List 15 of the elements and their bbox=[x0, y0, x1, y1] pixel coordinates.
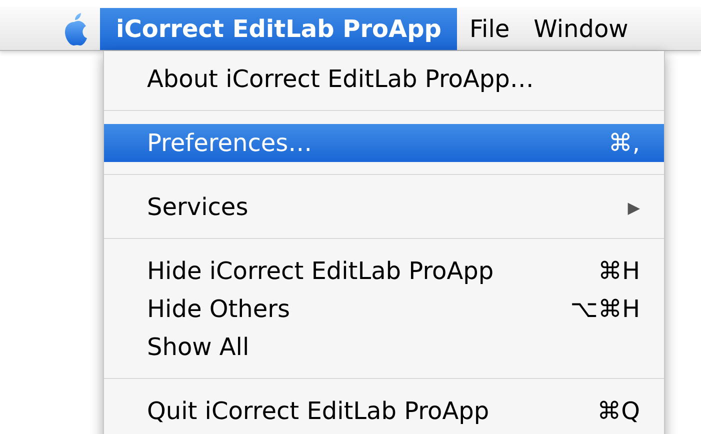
shortcut-label: ⌘H bbox=[598, 257, 640, 285]
menu-title[interactable]: File bbox=[457, 8, 522, 50]
menu-title[interactable]: Window bbox=[522, 8, 640, 50]
shortcut-label: ⌘, bbox=[608, 129, 640, 157]
menu-item[interactable]: Preferences… ⌘, bbox=[104, 124, 664, 162]
menu-item[interactable]: Services ▶ bbox=[104, 188, 664, 226]
shortcut-label: ⌘Q bbox=[597, 397, 640, 425]
menu-item[interactable]: Quit iCorrect EditLab ProApp ⌘Q bbox=[104, 392, 664, 430]
shortcut-label: ⌥⌘H bbox=[570, 295, 640, 323]
menu-item[interactable]: Hide Others ⌥⌘H bbox=[104, 290, 664, 328]
menu-item[interactable]: About iCorrect EditLab ProApp… bbox=[104, 60, 664, 98]
menu-item[interactable]: Show All bbox=[104, 328, 664, 366]
app-menu[interactable]: iCorrect EditLab ProApp bbox=[100, 8, 458, 50]
submenu-arrow-icon: ▶ bbox=[628, 198, 640, 216]
menu-item[interactable]: Hide iCorrect EditLab ProApp ⌘H bbox=[104, 252, 664, 290]
